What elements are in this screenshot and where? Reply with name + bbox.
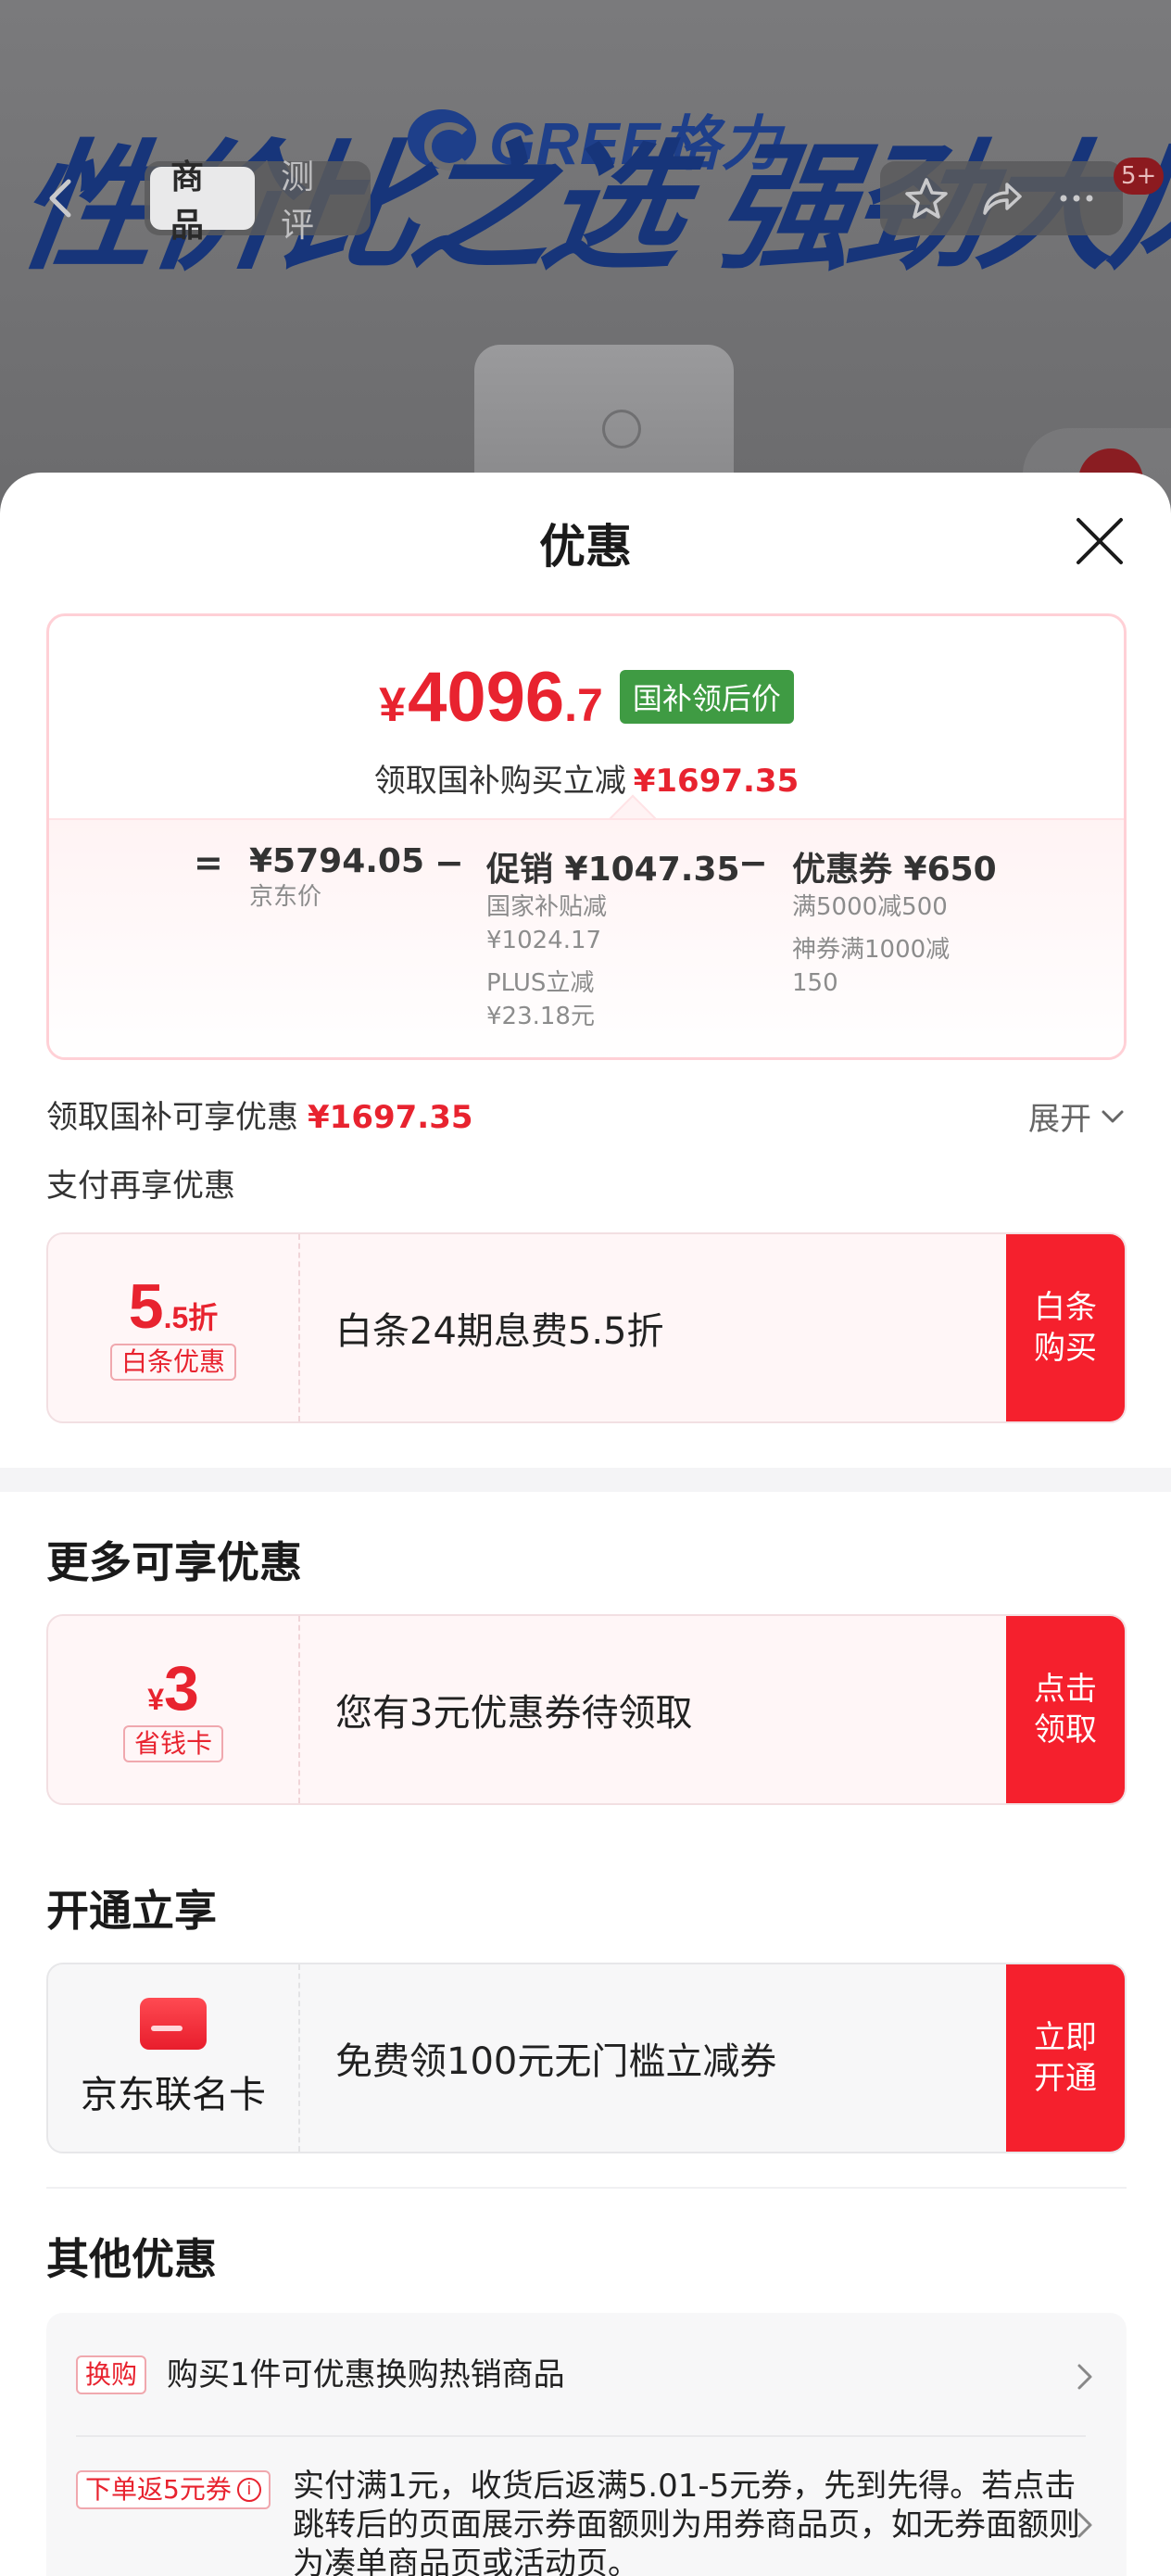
baitiao-discount-big: 5 xyxy=(128,1271,164,1342)
chevron-down-icon xyxy=(1102,1110,1124,1122)
tradein-text: 购买1件可优惠换购热销商品 xyxy=(167,2356,565,2393)
price-formula: = ¥5794.05 京东价 − 促销 ¥1047.35 国家补贴减 ¥1024… xyxy=(49,818,1124,1057)
price-summary: ¥ 4096 .7 国补领后价 领取国补购买立减 ¥1697.35 xyxy=(49,616,1124,820)
coupon-column: 优惠券 ¥650 满5000减500 神券满1000减 150 xyxy=(792,842,997,1000)
subsidy-price-tag: 国补领后价 xyxy=(619,670,794,724)
nav-actions xyxy=(880,161,1123,235)
coupon-detail: 满5000减500 xyxy=(792,893,948,921)
baitiao-offer-badge: 5.5折 白条优惠 xyxy=(48,1234,300,1421)
tradein-tag: 换购 xyxy=(76,2355,147,2394)
expand-button[interactable]: 展开 xyxy=(1028,1093,1125,1139)
section-divider xyxy=(46,2187,1127,2189)
message-badge[interactable]: 5+ xyxy=(1114,158,1165,195)
other-offer-tradein[interactable]: 换购 购买1件可优惠换购热销商品 xyxy=(76,2352,1095,2407)
back-icon xyxy=(49,179,71,218)
subsidy-discount-line: 领取国补购买立减 ¥1697.35 xyxy=(49,755,1124,801)
other-offer-cashback[interactable]: 下单返5元券 i 实付满1元，收货后返满5.01-5元券，先到先得。若点击跳转后… xyxy=(76,2467,1095,2576)
coupon-detail: 150 xyxy=(792,969,838,997)
close-button[interactable] xyxy=(1073,514,1127,568)
minus-sign-1: − xyxy=(434,842,464,883)
price-currency: ¥ xyxy=(379,678,407,732)
section-divider xyxy=(0,1468,1171,1492)
share-button[interactable] xyxy=(968,165,1035,232)
saving-card-chip: 省钱卡 xyxy=(122,1725,223,1762)
star-icon xyxy=(905,178,949,219)
open-card-button[interactable]: 立即开通 xyxy=(1006,1964,1125,2152)
more-icon xyxy=(1060,195,1093,202)
other-offers-title: 其他优惠 xyxy=(46,2234,217,2284)
minus-sign-2: − xyxy=(738,842,768,883)
chevron-right-icon xyxy=(1077,2512,1092,2538)
saving-card-amount: 3 xyxy=(163,1653,199,1724)
price-breakdown-card: ¥ 4096 .7 国补领后价 领取国补购买立减 ¥1697.35 = ¥5794… xyxy=(46,613,1127,1060)
equals-sign: = xyxy=(194,842,223,883)
more-button[interactable] xyxy=(1043,165,1110,232)
saving-card-badge: ¥3 省钱卡 xyxy=(48,1616,300,1803)
cashback-tag: 下单返5元券 i xyxy=(76,2470,271,2509)
tab-product[interactable]: 商品 xyxy=(150,158,255,245)
subsidy-summary-value: ¥1697.35 xyxy=(308,1099,473,1136)
jd-price-column: ¥5794.05 京东价 xyxy=(249,842,424,914)
share-icon xyxy=(983,183,1022,215)
final-price: ¥ 4096 .7 xyxy=(379,663,603,733)
price-integer: 4096 xyxy=(408,658,565,737)
promo-column: 促销 ¥1047.35 国家补贴减 ¥1024.17 PLUS立减 ¥23.18… xyxy=(486,842,740,1033)
nav-tabs: 商品 测评 xyxy=(145,158,371,245)
jd-price-value: ¥5794.05 xyxy=(249,842,425,880)
more-offers-title: 更多可享优惠 xyxy=(46,1537,302,1587)
back-button[interactable] xyxy=(28,165,93,232)
cashback-tag-label: 下单返5元券 xyxy=(85,2474,232,2505)
subsidy-discount-label: 领取国补购买立减 xyxy=(373,763,626,800)
promo-detail: ¥23.18元 xyxy=(486,1003,595,1030)
jd-price-label: 京东价 xyxy=(249,883,322,911)
other-offers-list: 换购 购买1件可优惠换购热销商品 下单返5元券 i 实付满1元，收货后返满5.0… xyxy=(46,2313,1127,2576)
favorite-button[interactable] xyxy=(893,165,960,232)
cobrand-card-name: 京东联名卡 xyxy=(81,2074,266,2116)
info-icon[interactable]: i xyxy=(236,2478,261,2502)
cashback-text: 实付满1元，收货后返满5.01-5元券，先到先得。若点击跳转后的页面展示券面额则… xyxy=(293,2468,1080,2576)
promo-detail: ¥1024.17 xyxy=(486,927,602,954)
pay-section-label: 支付再享优惠 xyxy=(46,1168,235,1205)
baitiao-discount-small: .5折 xyxy=(163,1301,219,1334)
price-decimal: .7 xyxy=(564,679,603,731)
credit-card-icon xyxy=(140,1998,207,2050)
saving-card-currency: ¥ xyxy=(147,1683,164,1716)
row-divider xyxy=(76,2435,1086,2437)
discount-sheet: 优惠 ¥ 4096 .7 国补领后价 领取国补购买立减 ¥1697.35 = ¥… xyxy=(0,473,1171,2576)
cobrand-card-text: 免费领100元无门槛立减券 xyxy=(335,2040,777,2083)
cobrand-card-badge: 京东联名卡 xyxy=(48,1964,300,2152)
promo-value: 促销 ¥1047.35 xyxy=(486,851,740,889)
open-offers-title: 开通立享 xyxy=(46,1886,217,1936)
chevron-right-icon xyxy=(1077,2364,1092,2390)
subsidy-summary: 领取国补可享优惠 ¥1697.35 xyxy=(46,1092,473,1137)
tab-review[interactable]: 测评 xyxy=(260,158,365,245)
coupon-value: 优惠券 ¥650 xyxy=(792,851,997,889)
coupon-detail: 神券满1000减 xyxy=(792,936,951,964)
subsidy-summary-label: 领取国补可享优惠 xyxy=(46,1099,298,1136)
cobrand-card-offer: 京东联名卡 免费领100元无门槛立减券 立即开通 xyxy=(46,1963,1127,2153)
promo-detail: 国家补贴减 xyxy=(486,893,608,921)
baitiao-buy-button[interactable]: 白条购买 xyxy=(1006,1234,1125,1421)
promo-detail: PLUS立减 xyxy=(486,969,595,997)
subsidy-discount-value: ¥1697.35 xyxy=(633,763,800,800)
saving-card-offer: ¥3 省钱卡 您有3元优惠券待领取 点击领取 xyxy=(46,1614,1127,1805)
sheet-title: 优惠 xyxy=(539,520,632,574)
saving-card-text: 您有3元优惠券待领取 xyxy=(335,1692,693,1735)
close-icon xyxy=(1077,518,1123,564)
claim-coupon-button[interactable]: 点击领取 xyxy=(1006,1616,1125,1803)
baitiao-offer-card: 5.5折 白条优惠 白条24期息费5.5折 白条购买 xyxy=(46,1232,1127,1423)
product-hero: GREE格力 性价比之选 强劲大风量 商品 测评 5+ xyxy=(0,0,1171,519)
expand-label: 展开 xyxy=(1028,1101,1091,1138)
baitiao-offer-text: 白条24期息费5.5折 xyxy=(335,1310,664,1353)
baitiao-chip: 白条优惠 xyxy=(109,1344,236,1381)
